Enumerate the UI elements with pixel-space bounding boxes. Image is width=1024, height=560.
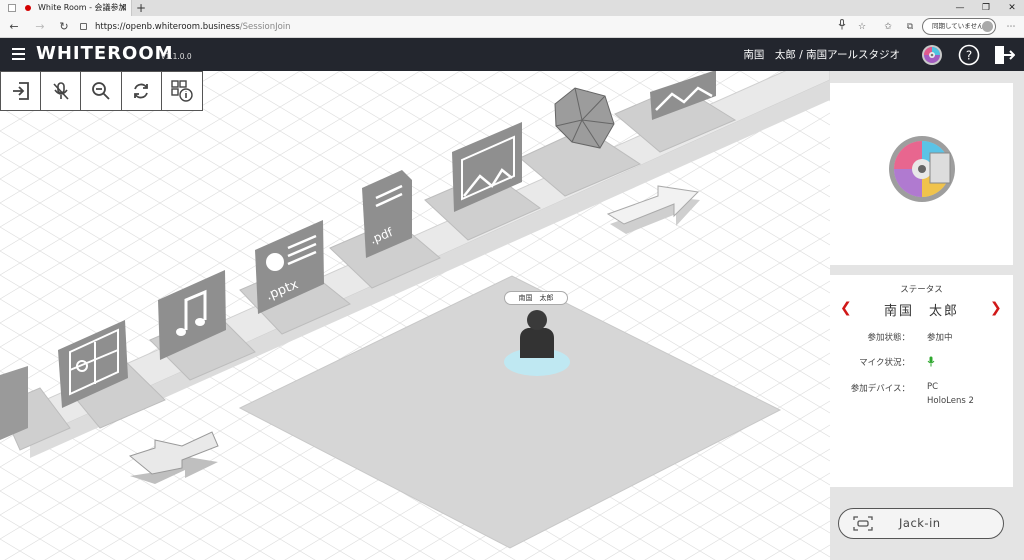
back-icon[interactable]: ← [6,19,22,35]
device-label: 参加デバイス： [850,384,910,394]
url-host: https://openb.whiteroom.business [95,22,240,32]
tab-close-icon[interactable]: × [119,0,127,16]
qr-info-button[interactable] [162,72,202,110]
app-version: v1.1.0.0 [161,52,192,61]
jack-in-label: Jack-in [899,516,941,530]
mic-mute-button[interactable] [41,72,82,110]
device-value-2: HoloLens 2 [927,396,974,406]
sync-status-label: 同期していません [932,22,984,30]
app-header: WHITEROOM v1.1.0.0 南国 太郎 / 南国アールスタジオ ? [0,38,1024,71]
url-path: /SessionJoin [239,22,291,32]
media-disc-icon[interactable] [921,44,943,66]
browser-tab[interactable]: White Room - 会議参加 × [0,0,132,16]
status-card: ステータス ❮ 南国 太郎 ❯ 参加状態： 参加中 マイク状況： 参加デバイス：… [830,275,1013,487]
web-file-icon [0,366,28,440]
media-disc-image [889,136,955,202]
exit-button[interactable] [1,72,42,110]
jack-in-button[interactable]: Jack-in [838,508,1004,539]
mic-off-icon [53,82,69,100]
headset-icon [853,516,873,531]
close-window-button[interactable]: ✕ [1000,0,1024,16]
app-logo: WHITEROOM [36,43,174,64]
tab-title: White Room - 会議参加 [38,3,127,12]
qr-info-icon [171,80,193,102]
microphone-icon[interactable] [834,19,850,35]
profile-sync-button[interactable]: 同期していません [922,18,996,35]
favorite-star-icon[interactable]: ☆ [854,19,870,35]
hamburger-menu-icon[interactable] [12,48,25,60]
zoom-out-button[interactable] [81,72,122,110]
side-panel: ステータス ❮ 南国 太郎 ❯ 参加状態： 参加中 マイク状況： 参加デバイス：… [830,71,1024,560]
tab-strip: White Room - 会議参加 × + — ❐ ✕ [0,0,1024,16]
favorites-icon[interactable]: ✩ [880,19,896,35]
address-bar: ← → ↻ https://openb.whiteroom.business/S… [0,16,1024,38]
join-state-value: 参加中 [927,333,953,343]
collections-icon[interactable]: ⧉ [902,19,918,35]
maximize-button[interactable]: ❐ [974,0,998,16]
user-name: 南国 太郎 / 南国アールスタジオ [743,49,900,61]
forward-icon[interactable]: → [32,19,48,35]
svg-text:?: ? [966,49,972,63]
leave-room-icon[interactable] [993,44,1015,66]
more-menu-icon[interactable]: ⋯ [1003,19,1019,35]
lock-icon [80,23,87,30]
status-title: ステータス [900,285,943,295]
help-icon[interactable]: ? [958,44,980,66]
profile-avatar-icon [982,21,993,32]
zoom-out-icon [92,82,110,100]
new-tab-button[interactable]: + [136,0,146,16]
room-toolbar [0,71,203,111]
browser-window: White Room - 会議参加 × + — ❐ ✕ ← → ↻ https:… [0,0,1024,560]
device-value-1: PC [927,382,939,392]
room-canvas[interactable]: .pptx .pdf 南国 太郎 [0,71,830,560]
join-state-label: 参加状態： [867,333,910,343]
mic-state-label: マイク状況： [859,358,910,368]
minimize-button[interactable]: — [948,0,972,16]
recording-icon [25,5,31,11]
reload-icon[interactable]: ↻ [56,19,72,35]
status-user-name: 南国 太郎 [883,304,959,319]
mic-on-icon [927,356,935,367]
page-icon [8,4,16,12]
media-preview-card [830,83,1013,265]
exit-icon [12,82,29,100]
url-field[interactable]: https://openb.whiteroom.business/Session… [80,19,880,35]
avatar-name-tag: 南国 太郎 [504,291,568,305]
reset-view-button[interactable] [122,72,162,110]
refresh-icon [134,83,149,99]
next-user-arrow-icon[interactable]: ❯ [990,300,1002,316]
